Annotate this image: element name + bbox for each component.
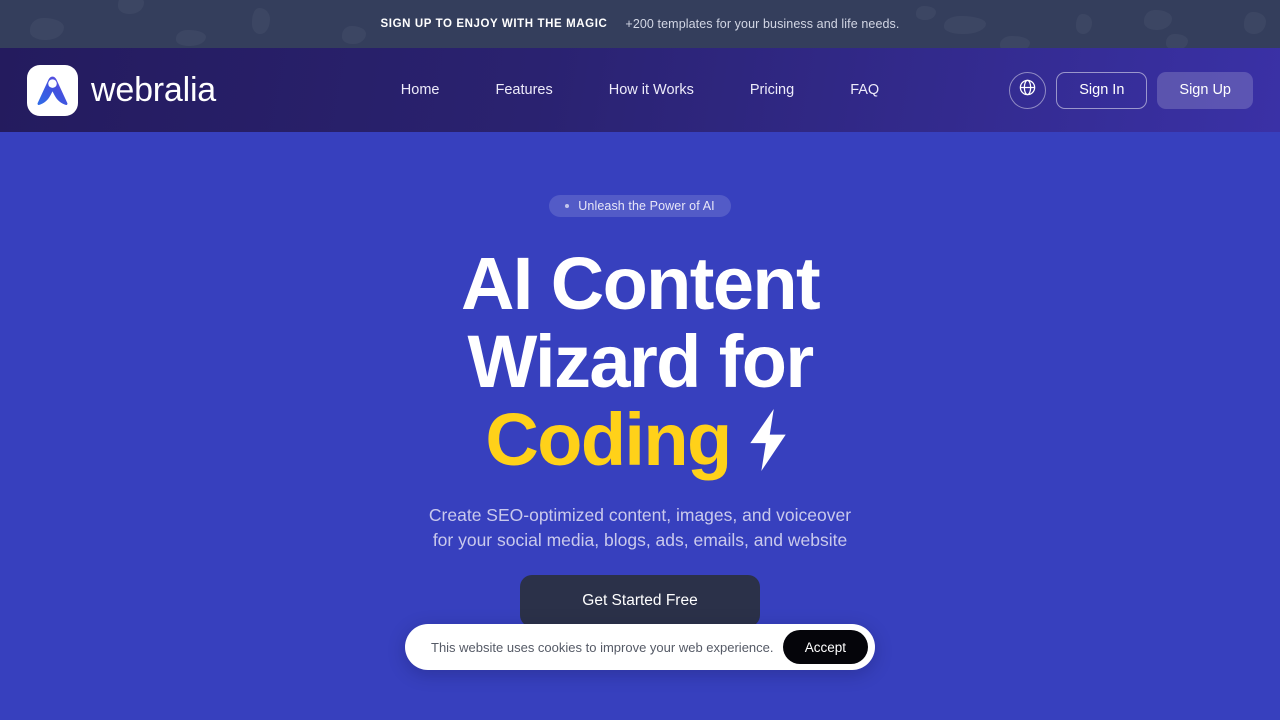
decorative-shape xyxy=(252,8,270,34)
brand-logo[interactable]: webralia xyxy=(27,64,217,116)
decorative-shape xyxy=(176,30,206,46)
decorative-shape xyxy=(118,0,144,14)
header-actions: Sign In Sign Up xyxy=(1009,71,1253,109)
lightning-bolt-icon xyxy=(741,407,795,485)
get-started-button[interactable]: Get Started Free xyxy=(520,575,760,627)
cookie-message: This website uses cookies to improve you… xyxy=(431,639,774,655)
announcement-subtext: +200 templates for your business and lif… xyxy=(625,17,900,31)
hero-badge: Unleash the Power of AI xyxy=(549,195,731,217)
badge-dot-icon xyxy=(565,204,570,208)
decorative-shape xyxy=(342,26,366,44)
webralia-a-mark-icon xyxy=(27,64,78,116)
decorative-shape xyxy=(944,16,986,34)
headline-accent-word: Coding xyxy=(485,398,732,481)
decorative-shape xyxy=(1144,10,1172,30)
announcement-bar: SIGN UP TO ENJOY WITH THE MAGIC +200 tem… xyxy=(0,0,1280,48)
decorative-shape xyxy=(30,18,64,40)
hero-badge-label: Unleash the Power of AI xyxy=(578,199,715,213)
nav-item-features[interactable]: Features xyxy=(467,74,580,106)
nav-item-faq[interactable]: FAQ xyxy=(822,74,907,106)
main-navigation: Home Features How it Works Pricing FAQ xyxy=(373,74,907,106)
decorative-shape xyxy=(916,6,936,20)
nav-item-home[interactable]: Home xyxy=(373,74,468,106)
headline-line-1: AI Content xyxy=(460,242,821,325)
brand-name: webralia xyxy=(91,70,217,109)
decorative-shape xyxy=(1244,12,1266,34)
nav-item-pricing[interactable]: Pricing xyxy=(722,74,822,106)
announcement-headline: SIGN UP TO ENJOY WITH THE MAGIC xyxy=(380,18,608,30)
hero-subheadline: Create SEO-optimized content, images, an… xyxy=(428,505,852,550)
page-root: SIGN UP TO ENJOY WITH THE MAGIC +200 tem… xyxy=(0,0,1280,720)
cookie-consent-banner: This website uses cookies to improve you… xyxy=(405,624,875,670)
decorative-shape xyxy=(1166,34,1188,48)
headline-line-2: Wizard for xyxy=(467,320,814,403)
decorative-shape xyxy=(1076,14,1092,34)
decorative-shape xyxy=(1000,36,1030,48)
page-title: AI Content Wizard for Coding xyxy=(460,242,821,485)
sign-up-button[interactable]: Sign Up xyxy=(1157,71,1253,109)
globe-icon xyxy=(1018,78,1037,102)
language-selector-button[interactable] xyxy=(1009,71,1047,109)
site-header: webralia Home Features How it Works Pric… xyxy=(0,48,1280,132)
sign-in-button[interactable]: Sign In xyxy=(1056,71,1148,109)
nav-item-how-it-works[interactable]: How it Works xyxy=(581,74,722,106)
cookie-accept-button[interactable]: Accept xyxy=(782,630,868,664)
